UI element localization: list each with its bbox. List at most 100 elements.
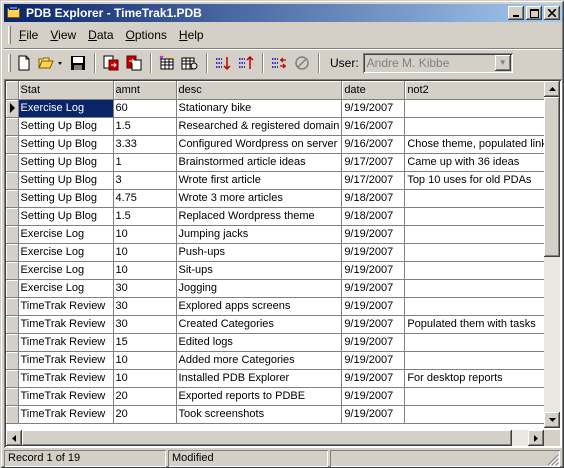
menu-options[interactable]: Options xyxy=(120,28,173,42)
cell-stat[interactable]: Setting Up Blog xyxy=(18,117,114,136)
resize-grip-icon[interactable] xyxy=(547,454,559,466)
pdb-explorer-app-icon[interactable] xyxy=(6,6,22,20)
cell-stat[interactable]: Exercise Log xyxy=(18,261,114,280)
row-selector[interactable] xyxy=(6,99,19,118)
cell-date[interactable]: 9/19/2007 xyxy=(341,315,406,334)
cell-stat[interactable]: TimeTrak Review xyxy=(18,369,114,388)
cell-desc[interactable]: Took screenshots xyxy=(176,405,343,424)
cell-not2[interactable] xyxy=(404,261,556,280)
row-selector[interactable] xyxy=(6,171,19,190)
sort-ascending-button[interactable] xyxy=(212,52,234,74)
table-row[interactable]: Exercise Log 10 Jumping jacks 9/19/2007 xyxy=(6,225,556,244)
cell-stat[interactable]: Exercise Log xyxy=(18,279,114,298)
wizard-button[interactable] xyxy=(156,52,178,74)
cell-date[interactable]: 9/19/2007 xyxy=(341,243,406,262)
cell-date[interactable]: 9/19/2007 xyxy=(341,279,406,298)
cell-date[interactable]: 9/19/2007 xyxy=(341,99,406,118)
table-row[interactable]: TimeTrak Review 20 Exported reports to PDB… xyxy=(6,387,556,406)
cell-desc[interactable]: Jumping jacks xyxy=(176,225,343,244)
cell-desc[interactable]: Push-ups xyxy=(176,243,343,262)
table-row[interactable]: Exercise Log 60 Stationary bike 9/19/2007 xyxy=(6,99,556,118)
row-selector[interactable] xyxy=(6,333,19,352)
move-column-button[interactable] xyxy=(268,52,290,74)
column-header-amnt[interactable]: amnt xyxy=(113,81,177,100)
row-selector[interactable] xyxy=(6,405,19,424)
menu-grip[interactable] xyxy=(8,26,11,44)
cell-amnt[interactable]: 15 xyxy=(113,333,177,352)
cell-amnt[interactable]: 10 xyxy=(113,225,177,244)
cell-desc[interactable]: Edited logs xyxy=(176,333,343,352)
horizontal-scrollbar[interactable] xyxy=(6,430,544,446)
table-row[interactable]: TimeTrak Review 30 Explored apps screens 9/… xyxy=(6,297,556,316)
table-row[interactable]: TimeTrak Review 10 Added more Categories 9/… xyxy=(6,351,556,370)
open-file-button[interactable] xyxy=(36,52,66,74)
cell-desc[interactable]: Installed PDB Explorer xyxy=(176,369,343,388)
cell-date[interactable]: 9/18/2007 xyxy=(341,207,406,226)
cell-desc[interactable]: Added more Categories xyxy=(176,351,343,370)
cell-stat[interactable]: Exercise Log xyxy=(18,243,114,262)
row-selector[interactable] xyxy=(6,153,19,172)
row-selector[interactable] xyxy=(6,207,19,226)
cell-amnt[interactable]: 10 xyxy=(113,351,177,370)
cell-desc[interactable]: Wrote 3 more articles xyxy=(176,189,343,208)
user-select[interactable]: Andre M. Kibbe ▼ xyxy=(362,52,513,73)
cell-amnt[interactable]: 10 xyxy=(113,243,177,262)
table-row[interactable]: Exercise Log 10 Push-ups 9/19/2007 xyxy=(6,243,556,262)
row-selector[interactable] xyxy=(6,225,19,244)
row-selector[interactable] xyxy=(6,351,19,370)
row-selector[interactable] xyxy=(6,387,19,406)
sort-descending-button[interactable] xyxy=(235,52,257,74)
cell-desc[interactable]: Created Categories xyxy=(176,315,343,334)
menu-view[interactable]: View xyxy=(44,28,82,42)
cell-amnt[interactable]: 60 xyxy=(113,99,177,118)
cell-desc[interactable]: Wrote first article xyxy=(176,171,343,190)
cell-amnt[interactable]: 30 xyxy=(113,315,177,334)
scroll-up-button[interactable] xyxy=(544,81,560,97)
cell-amnt[interactable]: 1.5 xyxy=(113,207,177,226)
vertical-scroll-thumb[interactable] xyxy=(544,97,560,257)
cancel-filter-button[interactable] xyxy=(291,52,313,74)
cell-amnt[interactable]: 3 xyxy=(113,171,177,190)
cell-desc[interactable]: Researched & registered domain xyxy=(176,117,343,136)
cell-not2[interactable]: Top 10 uses for old PDAs xyxy=(404,171,556,190)
table-row[interactable]: Setting Up Blog 4.75 Wrote 3 more articles… xyxy=(6,189,556,208)
cell-date[interactable]: 9/19/2007 xyxy=(341,333,406,352)
cell-desc[interactable]: Exported reports to PDBE xyxy=(176,387,343,406)
cell-stat[interactable]: TimeTrak Review xyxy=(18,351,114,370)
table-row[interactable]: TimeTrak Review 30 Created Categories 9/19/… xyxy=(6,315,556,334)
menu-file[interactable]: File xyxy=(13,28,44,42)
cell-stat[interactable]: Setting Up Blog xyxy=(18,171,114,190)
cell-date[interactable]: 9/19/2007 xyxy=(341,387,406,406)
cell-amnt[interactable]: 10 xyxy=(113,261,177,280)
row-selector[interactable] xyxy=(6,315,19,334)
cell-not2[interactable] xyxy=(404,189,556,208)
cell-amnt[interactable]: 20 xyxy=(113,387,177,406)
cell-amnt[interactable]: 3.33 xyxy=(113,135,177,154)
cell-date[interactable]: 9/17/2007 xyxy=(341,153,406,172)
column-header-not2[interactable]: not2 xyxy=(404,81,556,100)
cell-not2[interactable] xyxy=(404,99,556,118)
cell-desc[interactable]: Stationary bike xyxy=(176,99,343,118)
cell-not2[interactable] xyxy=(404,387,556,406)
cell-desc[interactable]: Configured Wordpress on server xyxy=(176,135,343,154)
horizontal-scroll-thumb[interactable] xyxy=(22,430,512,446)
cell-amnt[interactable]: 30 xyxy=(113,279,177,298)
table-row[interactable]: TimeTrak Review 20 Took screenshots 9/19/20… xyxy=(6,405,556,424)
cell-not2[interactable] xyxy=(404,297,556,316)
cell-date[interactable]: 9/18/2007 xyxy=(341,189,406,208)
cell-date[interactable]: 9/19/2007 xyxy=(341,297,406,316)
cell-stat[interactable]: Exercise Log xyxy=(18,99,114,118)
export-button[interactable] xyxy=(123,52,145,74)
cell-not2[interactable] xyxy=(404,225,556,244)
cell-amnt[interactable]: 1 xyxy=(113,153,177,172)
table-row[interactable]: Setting Up Blog 1.5 Researched & registere… xyxy=(6,117,556,136)
column-header-desc[interactable]: desc xyxy=(176,81,343,100)
cell-amnt[interactable]: 20 xyxy=(113,405,177,424)
toolbar-grip[interactable] xyxy=(8,53,11,72)
cell-stat[interactable]: Setting Up Blog xyxy=(18,207,114,226)
cell-date[interactable]: 9/19/2007 xyxy=(341,405,406,424)
cell-desc[interactable]: Brainstormed article ideas xyxy=(176,153,343,172)
row-selector[interactable] xyxy=(6,279,19,298)
cell-not2[interactable] xyxy=(404,207,556,226)
menu-help[interactable]: Help xyxy=(173,28,210,42)
